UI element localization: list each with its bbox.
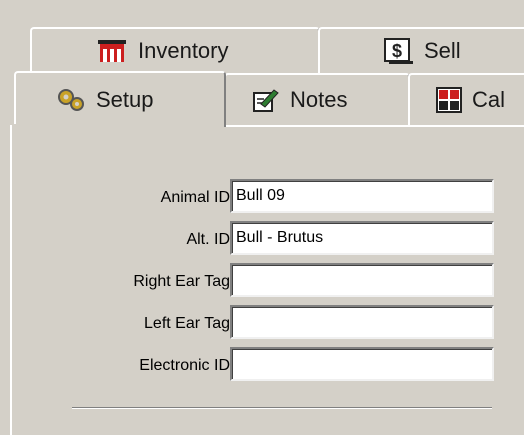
tab-notes-label: Notes <box>290 87 348 112</box>
notepad-pencil-icon <box>252 87 280 113</box>
tab-calc[interactable]: Cal <box>408 73 524 125</box>
electronic-id-field[interactable] <box>230 347 494 381</box>
left-ear-tag-field[interactable] <box>230 305 494 339</box>
right-ear-tag-field[interactable] <box>230 263 494 297</box>
group-separator <box>72 407 492 409</box>
selected-tab-join <box>12 124 224 128</box>
left-ear-tag-label: Left Ear Tag <box>144 315 230 332</box>
tab-setup[interactable]: Setup <box>14 71 226 127</box>
svg-text:$: $ <box>392 41 402 61</box>
right-ear-tag-label: Right Ear Tag <box>133 273 230 290</box>
calculator-icon <box>436 87 462 113</box>
tab-sell[interactable]: $ Sell <box>318 27 524 73</box>
alt-id-label: Alt. ID <box>186 231 230 248</box>
gears-icon <box>56 87 86 113</box>
tab-sell-label: Sell <box>424 38 461 63</box>
tab-calc-label: Cal <box>472 87 506 112</box>
animal-id-label: Animal ID <box>160 189 230 206</box>
tab-inventory[interactable]: Inventory <box>30 27 320 73</box>
window-top <box>0 0 524 12</box>
tab-notes[interactable]: Notes <box>224 73 410 125</box>
electronic-id-label: Electronic ID <box>139 357 230 374</box>
alt-id-field[interactable] <box>230 221 494 255</box>
tab-setup-label: Setup <box>96 87 154 112</box>
animal-id-field[interactable] <box>230 179 494 213</box>
inventory-icon <box>96 38 128 64</box>
tab-inventory-label: Inventory <box>138 38 229 63</box>
sell-dollar-icon: $ <box>384 37 414 65</box>
